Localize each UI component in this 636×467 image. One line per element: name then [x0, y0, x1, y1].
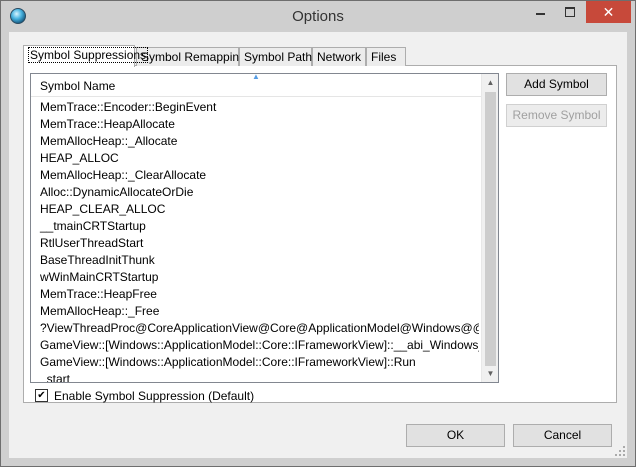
maximize-button[interactable] — [555, 1, 585, 23]
vertical-scrollbar[interactable]: ▲ ▼ — [481, 74, 498, 382]
enable-suppression-checkbox[interactable]: ✔ — [35, 389, 48, 402]
cancel-button[interactable]: Cancel — [513, 424, 612, 447]
ok-button[interactable]: OK — [406, 424, 505, 447]
column-header-label: Symbol Name — [40, 79, 116, 93]
tab-label: Files — [371, 50, 397, 64]
sort-ascending-icon: ▲ — [252, 73, 260, 81]
tab-symbol-suppressions[interactable]: Symbol Suppressions — [23, 45, 149, 67]
tab-label: Network — [317, 50, 362, 64]
tab-symbol-paths[interactable]: Symbol Paths — [239, 47, 318, 66]
tab-symbol-remapping[interactable]: Symbol Remapping — [136, 47, 246, 66]
title-bar[interactable]: Options ✕ — [1, 1, 635, 32]
tab-label: Symbol Remapping — [141, 50, 246, 64]
list-item[interactable]: MemAllocHeap::_Free — [31, 303, 479, 320]
tab-network[interactable]: Network — [312, 47, 366, 66]
list-item[interactable]: MemTrace::HeapAllocate — [31, 116, 479, 133]
column-header-symbol-name[interactable]: ▲ Symbol Name — [31, 74, 481, 97]
maximize-icon — [565, 7, 575, 17]
minimize-icon — [536, 13, 545, 15]
list-item[interactable]: GameView::[Windows::ApplicationModel::Co… — [31, 337, 479, 354]
list-item[interactable]: MemAllocHeap::_Allocate — [31, 133, 479, 150]
enable-suppression-label[interactable]: Enable Symbol Suppression (Default) — [54, 389, 254, 403]
add-symbol-button[interactable]: Add Symbol — [506, 73, 607, 96]
list-item[interactable]: Alloc::DynamicAllocateOrDie — [31, 184, 479, 201]
symbol-list[interactable]: ▲ Symbol Name MemTrace::Encoder::BeginEv… — [30, 73, 499, 383]
list-item[interactable]: __tmainCRTStartup — [31, 218, 479, 235]
list-item[interactable]: ?ViewThreadProc@CoreApplicationView@Core… — [31, 320, 479, 337]
minimize-button[interactable] — [525, 1, 555, 23]
list-item[interactable]: MemTrace::Encoder::BeginEvent — [31, 99, 479, 116]
scroll-up-icon[interactable]: ▲ — [482, 74, 498, 91]
close-icon: ✕ — [602, 4, 615, 20]
options-window: Options ✕ Symbol Suppressions Symbol Rem… — [0, 0, 636, 467]
tab-files[interactable]: Files — [366, 47, 406, 66]
list-item[interactable]: BaseThreadInitThunk — [31, 252, 479, 269]
remove-symbol-button[interactable]: Remove Symbol — [506, 104, 607, 127]
tab-label: Symbol Suppressions — [28, 47, 149, 63]
list-item[interactable]: wWinMainCRTStartup — [31, 269, 479, 286]
list-item[interactable]: MemTrace::HeapFree — [31, 286, 479, 303]
list-item[interactable]: GameView::[Windows::ApplicationModel::Co… — [31, 354, 479, 371]
close-button[interactable]: ✕ — [586, 1, 631, 23]
scroll-down-icon[interactable]: ▼ — [482, 365, 498, 382]
list-item[interactable]: _start — [31, 371, 479, 382]
list-item[interactable]: HEAP_ALLOC — [31, 150, 479, 167]
list-item[interactable]: RtlUserThreadStart — [31, 235, 479, 252]
dialog-body: Symbol Suppressions Symbol Remapping Sym… — [9, 32, 627, 458]
resize-grip-icon[interactable] — [615, 446, 625, 456]
list-item[interactable]: MemAllocHeap::_ClearAllocate — [31, 167, 479, 184]
tab-label: Symbol Paths — [244, 50, 319, 64]
scrollbar-thumb[interactable] — [485, 92, 496, 366]
list-item[interactable]: HEAP_CLEAR_ALLOC — [31, 201, 479, 218]
